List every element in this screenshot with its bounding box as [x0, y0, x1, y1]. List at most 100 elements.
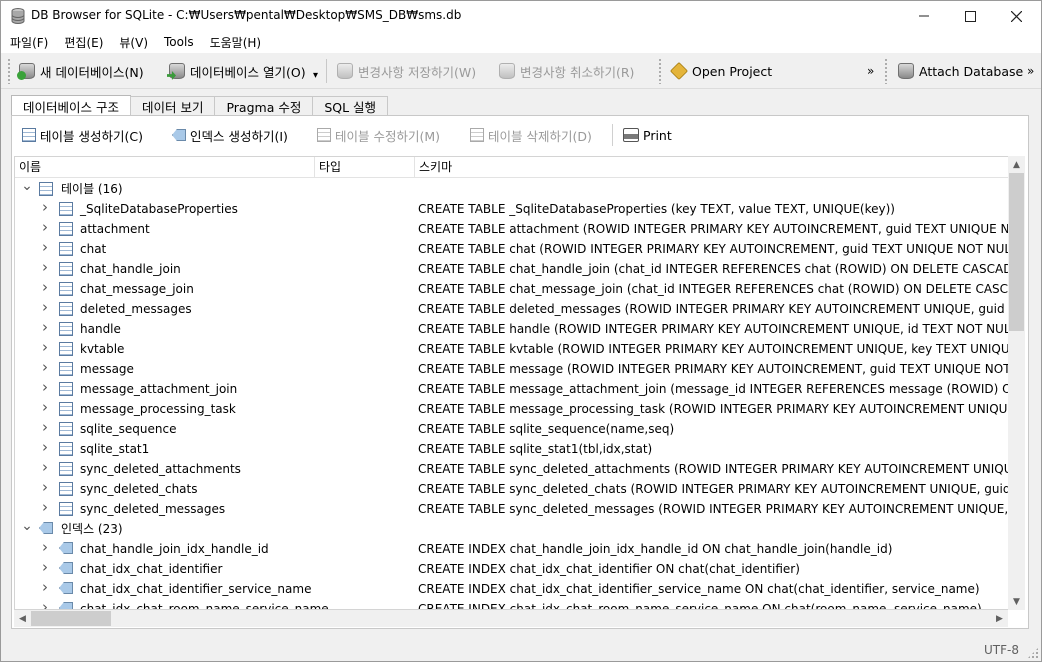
minimize-button[interactable] [901, 1, 947, 31]
table-row[interactable]: › sync_deleted_attachments CREATE TABLE sy… [15, 459, 1009, 479]
item-name: chat_idx_chat_room_name_service_name [80, 602, 329, 610]
scroll-up-icon[interactable]: ▲ [1008, 156, 1025, 173]
menu-help[interactable]: 도움말(H) [205, 34, 267, 51]
table-row[interactable]: › chat_handle_join CREATE TABLE chat_handl… [15, 259, 1009, 279]
index-row[interactable]: › chat_idx_chat_identifier_service_name CR… [15, 579, 1009, 599]
table-row[interactable]: › attachment CREATE TABLE attachment (ROWI… [15, 219, 1009, 239]
chevron-right-icon[interactable]: › [39, 360, 51, 375]
maximize-button[interactable] [947, 1, 993, 31]
revert-changes-button[interactable]: 변경사항 취소하기(R) [499, 59, 634, 83]
table-row[interactable]: › sync_deleted_messages CREATE TABLE sync_… [15, 499, 1009, 519]
table-row[interactable]: › sqlite_sequence CREATE TABLE sqlite_sequ… [15, 419, 1009, 439]
scroll-down-icon[interactable]: ▼ [1008, 593, 1025, 610]
table-row[interactable]: › chat_message_join CREATE TABLE chat_mess… [15, 279, 1009, 299]
table-row[interactable]: › chat CREATE TABLE chat (ROWID INTEGER PR… [15, 239, 1009, 259]
menu-view[interactable]: 뷰(V) [114, 34, 153, 51]
print-label: Print [643, 127, 672, 143]
column-header-name[interactable]: 이름 [15, 157, 315, 178]
menu-file[interactable]: 파일(F) [5, 34, 53, 51]
item-schema: CREATE INDEX chat_handle_join_idx_handle… [418, 542, 893, 556]
modify-table-button[interactable]: 테이블 수정하기(M) [317, 124, 440, 146]
column-header-type[interactable]: 타입 [315, 157, 415, 178]
delete-table-button[interactable]: 테이블 삭제하기(D) [470, 124, 592, 146]
chevron-right-icon[interactable]: › [39, 220, 51, 235]
toolbar-grip[interactable] [658, 58, 662, 84]
chevron-right-icon[interactable]: › [39, 300, 51, 315]
table-row[interactable]: › message_processing_task CREATE TABLE mes… [15, 399, 1009, 419]
create-index-button[interactable]: 인덱스 생성하기(I) [172, 124, 288, 146]
tab-execute-sql[interactable]: SQL 실행 [312, 96, 389, 116]
tables-group-row[interactable]: ⌄ 테이블 (16) [15, 179, 1009, 199]
index-row[interactable]: › chat_idx_chat_identifier CREATE INDEX ch… [15, 559, 1009, 579]
chevron-right-icon[interactable]: › [39, 560, 51, 575]
toolbar-grip[interactable] [884, 58, 888, 84]
tab-database-structure[interactable]: 데이터베이스 구조 [11, 95, 131, 116]
index-row[interactable]: › chat_handle_join_idx_handle_id CREATE IN… [15, 539, 1009, 559]
write-changes-button[interactable]: 변경사항 저장하기(W) [337, 59, 476, 83]
project-icon [669, 61, 689, 81]
chevron-right-icon[interactable]: › [39, 380, 51, 395]
vertical-scrollbar[interactable]: ▲ ▼ [1008, 156, 1025, 610]
menu-edit[interactable]: 편집(E) [59, 34, 108, 51]
modify-table-icon [317, 128, 331, 142]
create-table-button[interactable]: 테이블 생성하기(C) [22, 124, 143, 146]
chevron-right-icon[interactable]: › [39, 320, 51, 335]
minimize-icon [919, 15, 929, 17]
tab-browse-data[interactable]: 데이터 보기 [129, 96, 216, 116]
table-row[interactable]: › message CREATE TABLE message (ROWID INTE… [15, 359, 1009, 379]
open-database-button[interactable]: 데이터베이스 열기(O) [167, 59, 306, 83]
item-name: chat_handle_join [80, 262, 181, 276]
index-row[interactable]: › chat_idx_chat_room_name_service_name CRE… [15, 599, 1009, 610]
chevron-right-icon[interactable]: › [39, 460, 51, 475]
resize-grip[interactable] [1027, 647, 1039, 659]
chevron-right-icon[interactable]: › [39, 260, 51, 275]
chevron-right-icon[interactable]: › [39, 420, 51, 435]
chevron-right-icon[interactable]: › [39, 400, 51, 415]
attach-database-icon [898, 63, 914, 79]
toolbar-overflow-button[interactable]: » [867, 59, 874, 83]
toolbar-overflow-button[interactable]: » [1027, 59, 1034, 83]
item-name: sqlite_sequence [80, 422, 177, 436]
table-row[interactable]: › _SqliteDatabaseProperties CREATE TABLE _… [15, 199, 1009, 219]
horizontal-scrollbar[interactable]: ◀ ▶ [14, 610, 1008, 627]
table-row[interactable]: › message_attachment_join CREATE TABLE mes… [15, 379, 1009, 399]
table-row[interactable]: › kvtable CREATE TABLE kvtable (ROWID INTE… [15, 339, 1009, 359]
chevron-right-icon[interactable]: › [39, 200, 51, 215]
item-schema: CREATE TABLE message (ROWID INTEGER PRIM… [418, 362, 1008, 376]
close-button[interactable] [993, 1, 1039, 31]
attach-database-button[interactable]: Attach Database [898, 59, 1023, 83]
horizontal-scroll-thumb[interactable] [31, 611, 111, 626]
chevron-right-icon[interactable]: › [39, 600, 51, 610]
table-row[interactable]: › deleted_messages CREATE TABLE deleted_me… [15, 299, 1009, 319]
menu-tools[interactable]: Tools [159, 35, 199, 49]
new-database-button[interactable]: 새 데이터베이스(N) [17, 59, 144, 83]
column-header-schema[interactable]: 스키마 [415, 157, 1009, 178]
item-name: chat_handle_join_idx_handle_id [80, 542, 269, 556]
scroll-left-icon[interactable]: ◀ [14, 610, 31, 627]
table-row[interactable]: › handle CREATE TABLE handle (ROWID INTEGE… [15, 319, 1009, 339]
maximize-icon [964, 10, 976, 22]
print-button[interactable]: Print [623, 124, 672, 146]
chevron-right-icon[interactable]: › [39, 580, 51, 595]
chevron-right-icon[interactable]: › [39, 500, 51, 515]
table-row[interactable]: › sync_deleted_chats CREATE TABLE sync_del… [15, 479, 1009, 499]
table-row[interactable]: › sqlite_stat1 CREATE TABLE sqlite_stat1(t… [15, 439, 1009, 459]
toolbar-grip[interactable] [7, 58, 11, 84]
chevron-right-icon[interactable]: › [39, 480, 51, 495]
chevron-right-icon[interactable]: › [39, 540, 51, 555]
chevron-right-icon[interactable]: › [39, 440, 51, 455]
open-database-dropdown[interactable]: ▾ [313, 63, 318, 87]
scroll-right-icon[interactable]: ▶ [991, 610, 1008, 627]
indexes-group-row[interactable]: ⌄ 인덱스 (23) [15, 519, 1009, 539]
open-project-button[interactable]: Open Project [669, 59, 772, 83]
chevron-right-icon[interactable]: › [39, 240, 51, 255]
vertical-scroll-thumb[interactable] [1009, 173, 1024, 331]
schema-tree[interactable]: 이름 타입 스키마 ⌄ 테이블 (16) › _SqliteDatabasePrope… [14, 156, 1010, 610]
item-schema: CREATE INDEX chat_idx_chat_identifier_se… [418, 582, 980, 596]
tab-edit-pragmas[interactable]: Pragma 수정 [214, 96, 314, 116]
chevron-down-icon[interactable]: ⌄ [21, 519, 33, 533]
create-index-label: 인덱스 생성하기(I) [190, 128, 288, 144]
chevron-right-icon[interactable]: › [39, 340, 51, 355]
chevron-down-icon[interactable]: ⌄ [21, 179, 33, 193]
chevron-right-icon[interactable]: › [39, 280, 51, 295]
